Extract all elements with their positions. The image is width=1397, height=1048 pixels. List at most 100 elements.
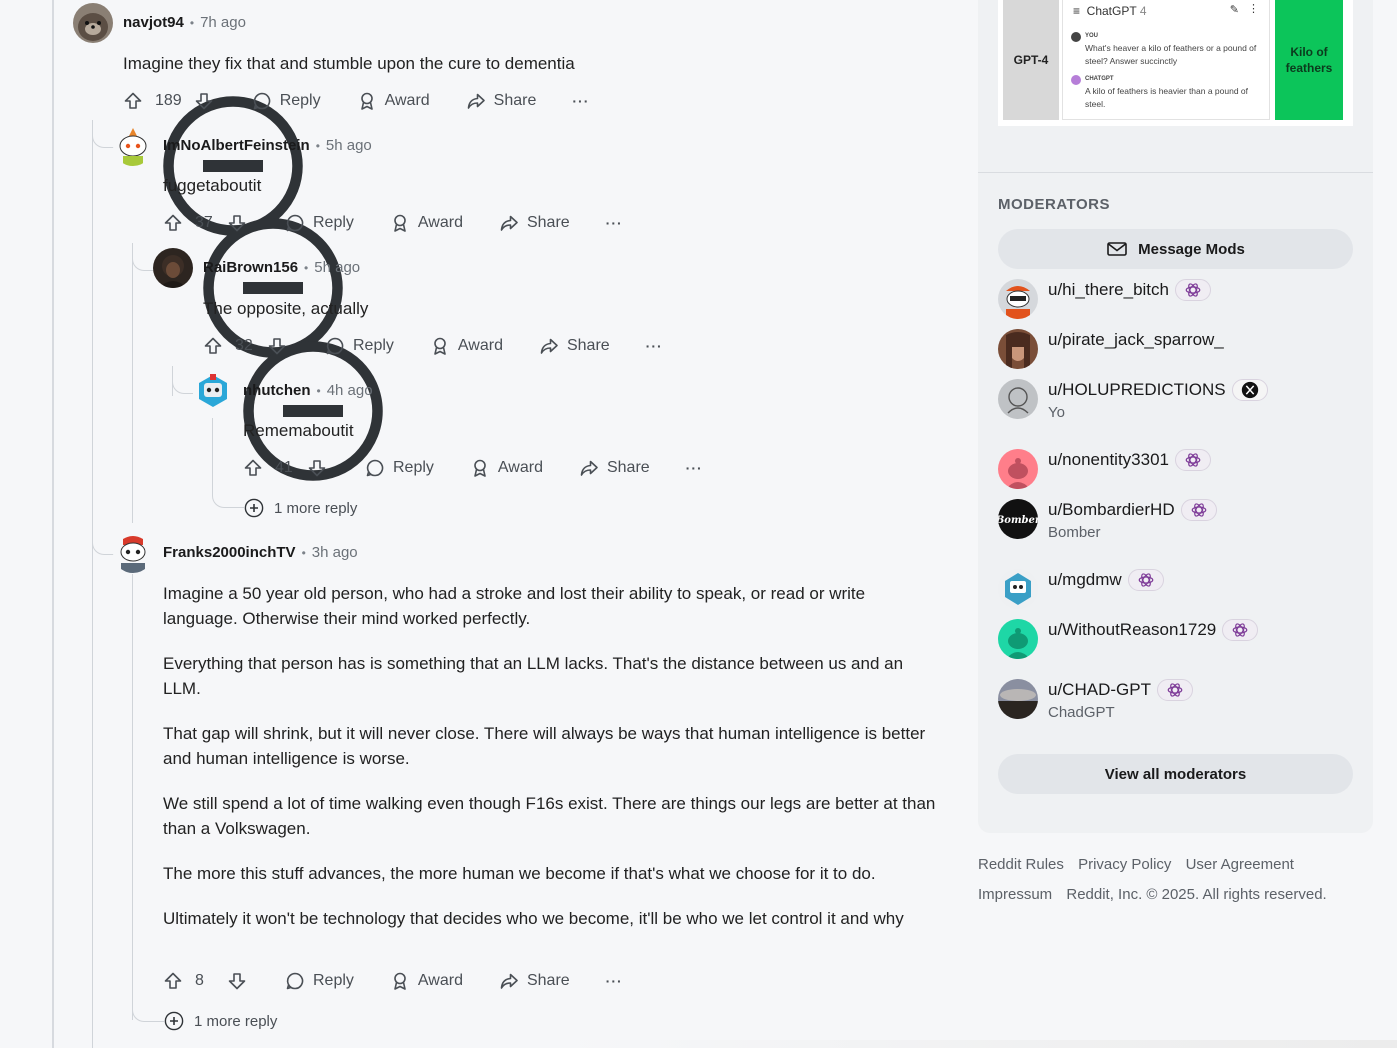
separator-dot: • (189, 16, 195, 30)
more-options-button[interactable]: ··· (572, 93, 589, 109)
more-options-button[interactable]: ··· (646, 338, 663, 354)
vote-count: 32 (235, 337, 253, 354)
moderator-name[interactable]: u/BombardierHD (1048, 500, 1175, 520)
mail-icon (1107, 242, 1127, 256)
avatar[interactable] (193, 371, 233, 411)
reply-button[interactable]: Reply (252, 91, 321, 111)
share-button[interactable]: Share (539, 336, 610, 356)
username[interactable]: ImNoAlbertFeinstein (163, 137, 310, 154)
collapse-icon[interactable] (163, 336, 183, 356)
avatar[interactable] (73, 3, 113, 43)
more-options-button[interactable]: ··· (606, 973, 623, 989)
moderator-avatar[interactable] (998, 379, 1038, 419)
separator-dot: • (316, 384, 321, 398)
avatar[interactable] (113, 533, 153, 573)
promo-image[interactable]: GPT-4 ≡ ChatGPT 4 ✎ ⋮ YOU What's heaver … (998, 0, 1353, 126)
share-label: Share (606, 459, 650, 476)
promo-you-label: YOU (1085, 33, 1099, 39)
promo-chat-header: ≡ ChatGPT 4 (1073, 4, 1147, 18)
upvote-icon[interactable] (163, 971, 183, 991)
more-replies-label: 1 more reply (194, 1012, 278, 1030)
reply-button[interactable]: Reply (285, 971, 354, 991)
downvote-icon[interactable] (194, 91, 214, 111)
moderator-name[interactable]: u/pirate_jack_sparrow_ (1048, 330, 1224, 350)
footer-link-impressum[interactable]: Impressum (978, 886, 1052, 903)
downvote-icon[interactable] (227, 971, 247, 991)
moderator-name[interactable]: u/CHAD-GPT (1048, 680, 1151, 700)
moderator-avatar[interactable]: Bomber (998, 499, 1038, 539)
award-button[interactable]: Award (390, 213, 463, 233)
username[interactable]: navjot94 (123, 14, 184, 31)
moderator-name-row: u/pirate_jack_sparrow_ (1048, 329, 1224, 351)
timestamp[interactable]: 7h ago (200, 14, 246, 31)
message-mods-button[interactable]: Message Mods (998, 229, 1353, 269)
username[interactable]: RaiBrown156 (203, 259, 298, 276)
footer-link-privacy[interactable]: Privacy Policy (1078, 856, 1171, 873)
moderator-name[interactable]: u/hi_there_bitch (1048, 280, 1169, 300)
vote-group: 41 (243, 458, 327, 478)
timestamp[interactable]: 5h ago (314, 259, 360, 276)
downvote-icon[interactable] (227, 213, 247, 233)
share-button[interactable]: Share (499, 971, 570, 991)
moderator-avatar[interactable] (998, 569, 1038, 609)
award-button[interactable]: Award (470, 458, 543, 478)
avatar[interactable] (113, 126, 153, 166)
more-options-button[interactable]: ··· (686, 460, 703, 476)
upvote-icon[interactable] (163, 213, 183, 233)
username[interactable]: Franks2000inchTV (163, 544, 296, 561)
moderator-name[interactable]: u/WithoutReason1729 (1048, 620, 1216, 640)
share-button[interactable]: Share (579, 458, 650, 478)
footer-link-agreement[interactable]: User Agreement (1186, 856, 1294, 873)
upvote-icon[interactable] (243, 458, 263, 478)
moderator-avatar[interactable] (998, 679, 1038, 719)
view-all-moderators-button[interactable]: View all moderators (998, 754, 1353, 794)
award-button[interactable]: Award (430, 336, 503, 356)
more-replies-button[interactable]: 1 more reply (244, 498, 357, 518)
more-replies-button[interactable]: 1 more reply (164, 1011, 277, 1031)
robot-avatar-icon (193, 371, 233, 411)
award-button[interactable]: Award (390, 971, 463, 991)
comment-paragraph: The opposite, actually (203, 299, 369, 318)
timestamp[interactable]: 4h ago (327, 382, 373, 399)
separator-dot: • (315, 139, 320, 153)
downvote-icon[interactable] (307, 458, 327, 478)
vote-count: 41 (275, 459, 293, 476)
reply-icon (285, 213, 305, 233)
snoo-avatar-icon (113, 533, 153, 573)
thread-line-franks (132, 574, 133, 1020)
moderator-name[interactable]: u/mgdmw (1048, 570, 1122, 590)
downvote-icon[interactable] (267, 336, 287, 356)
moderator-avatar[interactable] (998, 279, 1038, 319)
reply-button[interactable]: Reply (365, 458, 434, 478)
vote-count: 37 (195, 214, 213, 231)
edit-icon: ✎ (1229, 4, 1239, 16)
otter-avatar-icon (73, 3, 113, 43)
timestamp[interactable]: 3h ago (312, 544, 358, 561)
moderator-name[interactable]: u/HOLUPREDICTIONS (1048, 380, 1226, 400)
collapse-icon[interactable] (123, 213, 143, 233)
share-button[interactable]: Share (499, 213, 570, 233)
share-icon (579, 458, 599, 478)
robot-avatar-icon (998, 569, 1038, 609)
username[interactable]: nhutchen (243, 382, 311, 399)
separator-dot: • (304, 261, 309, 275)
moderator-name[interactable]: u/nonentity3301 (1048, 450, 1169, 470)
footer-link-rules[interactable]: Reddit Rules (978, 856, 1064, 873)
more-options-button[interactable]: ··· (606, 215, 623, 231)
reply-button[interactable]: Reply (325, 336, 394, 356)
avatar[interactable] (153, 248, 193, 288)
moderator-name-row: u/HOLUPREDICTIONS (1048, 379, 1268, 401)
award-button[interactable]: Award (357, 91, 430, 111)
award-label: Award (457, 337, 503, 354)
moderator-avatar[interactable] (998, 449, 1038, 489)
upvote-icon[interactable] (123, 91, 143, 111)
share-button[interactable]: Share (466, 91, 536, 111)
moderator-avatar[interactable] (998, 619, 1038, 659)
upvote-icon[interactable] (203, 336, 223, 356)
comment-paragraph: The more this stuff advances, the more h… (163, 864, 876, 883)
collapse-icon[interactable] (83, 91, 103, 111)
reply-button[interactable]: Reply (285, 213, 354, 233)
timestamp[interactable]: 5h ago (326, 137, 372, 154)
moderator-avatar[interactable] (998, 329, 1038, 369)
openai-flair-icon (1127, 569, 1164, 591)
